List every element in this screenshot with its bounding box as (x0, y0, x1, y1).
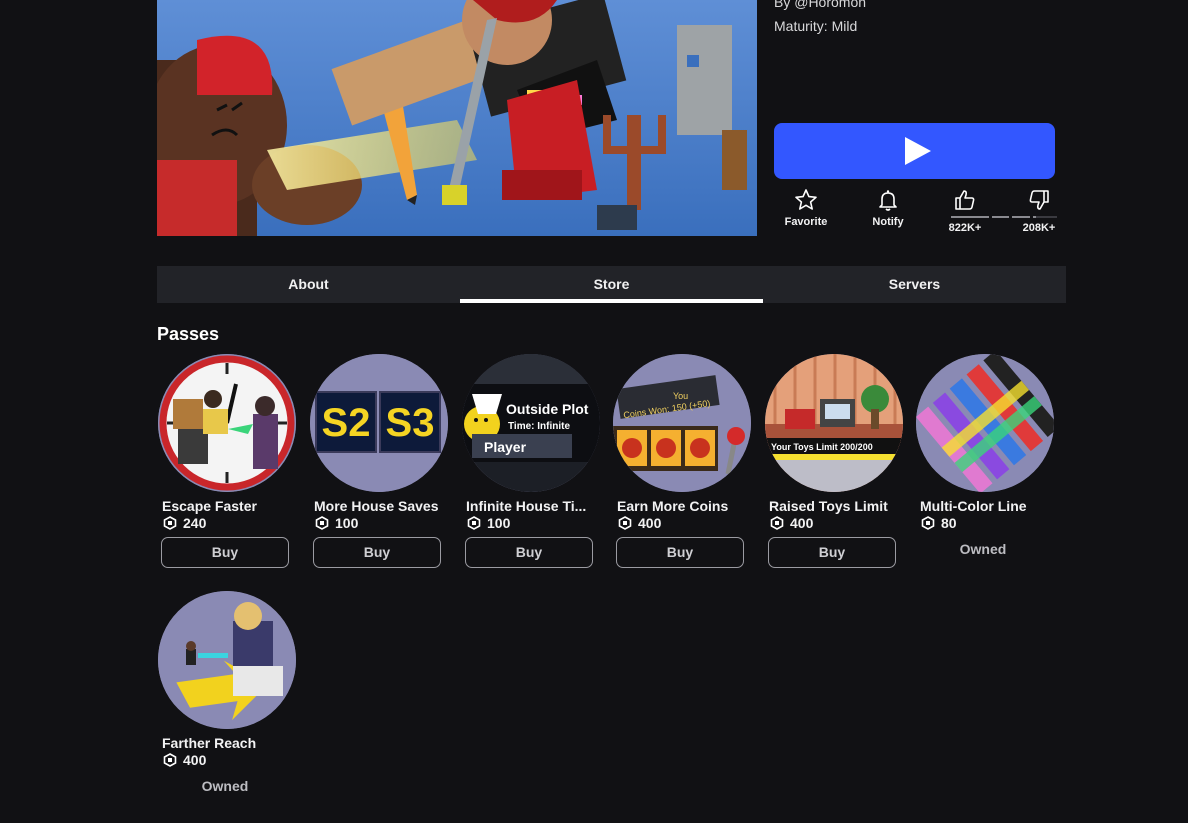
thumb-label-s3: S3 (386, 401, 435, 445)
section-title-passes: Passes (157, 324, 220, 344)
robux-icon (618, 516, 632, 530)
slot-machine-icon[interactable]: You Coins Won: 150 (+50) (613, 354, 751, 492)
play-icon (904, 137, 931, 165)
robux-icon (770, 516, 784, 530)
vote-bar-divider (989, 216, 992, 218)
pass-price-value: 80 (941, 515, 957, 531)
notify-button[interactable]: Notify (866, 188, 910, 228)
upvote-button[interactable]: 822K+ (944, 188, 986, 234)
pass-name: Earn More Coins (617, 498, 729, 514)
pass-card[interactable]: You Coins Won: 150 (+50) Earn More Coins… (612, 354, 752, 568)
notify-label: Notify (872, 216, 904, 228)
pass-price: 400 (163, 752, 297, 768)
favorite-button[interactable]: Favorite (783, 188, 829, 228)
tab-store[interactable]: Store (460, 266, 763, 303)
toy-room-icon[interactable]: Your Toys Limit 200/200 (765, 354, 903, 492)
downvote-count: 208K+ (1022, 222, 1056, 234)
pass-name: Multi-Color Line (920, 498, 1027, 514)
pass-price-value: 400 (790, 515, 814, 531)
thumb-label-outside-plot: Outside Plot (506, 401, 589, 417)
star-icon (795, 189, 817, 210)
pass-price-value: 400 (183, 752, 207, 768)
pass-name: Farther Reach (162, 735, 257, 751)
thumb-label-time: Time: Infinite (508, 421, 570, 432)
vote-ratio-fill (951, 216, 1036, 218)
pass-card[interactable]: Outside Plot Time: Infinite Player Infin… (461, 354, 601, 568)
upvote-count: 822K+ (948, 222, 982, 234)
buy-button[interactable]: Buy (616, 537, 744, 568)
buy-button[interactable]: Buy (161, 537, 289, 568)
vote-ratio-bar (951, 216, 1057, 218)
robux-icon (315, 516, 329, 530)
thumb-label-player: Player (484, 439, 527, 455)
game-thumbnail (157, 0, 757, 236)
pass-name: Infinite House Ti... (466, 498, 587, 514)
robux-icon (921, 516, 935, 530)
buy-button[interactable]: Buy (768, 537, 896, 568)
pass-name: Escape Faster (162, 498, 257, 514)
pass-name: More House Saves (314, 498, 439, 514)
pass-card[interactable]: Your Toys Limit 200/200 Raised Toys Limi… (764, 354, 904, 568)
pass-price-value: 100 (335, 515, 359, 531)
clock-icon[interactable] (158, 354, 296, 492)
tab-about[interactable]: About (157, 266, 460, 303)
pass-card[interactable]: Multi-Color Line 80 Owned (915, 354, 1055, 557)
play-button[interactable] (774, 123, 1055, 179)
owned-label: Owned (959, 541, 1007, 557)
tab-servers[interactable]: Servers (763, 266, 1066, 303)
pass-card[interactable]: Escape Faster 240 Buy (157, 354, 297, 568)
robux-icon (163, 516, 177, 530)
creator-label[interactable]: By @Horomon (774, 0, 866, 10)
thumb-label-toys-limit: Your Toys Limit 200/200 (771, 442, 873, 452)
pass-price-value: 100 (487, 515, 511, 531)
pass-price-value: 240 (183, 515, 207, 531)
bell-icon (879, 190, 897, 211)
pass-price: 100 (315, 515, 449, 531)
color-pens-icon[interactable] (916, 354, 1054, 492)
pass-price: 240 (163, 515, 297, 531)
outside-plot-icon[interactable]: Outside Plot Time: Infinite Player (462, 354, 600, 492)
buy-button[interactable]: Buy (313, 537, 441, 568)
robux-icon (467, 516, 481, 530)
buy-button[interactable]: Buy (465, 537, 593, 568)
vote-bar-divider (1009, 216, 1012, 218)
robux-icon (163, 753, 177, 767)
tab-bar: About Store Servers (157, 266, 1066, 303)
downvote-button[interactable]: 208K+ (1016, 188, 1062, 234)
pass-price: 400 (618, 515, 752, 531)
reach-arrow-icon[interactable] (158, 591, 296, 729)
favorite-label: Favorite (784, 216, 828, 228)
pass-card[interactable]: Farther Reach 400 Owned (157, 591, 297, 794)
pass-price: 400 (770, 515, 904, 531)
pass-price: 80 (921, 515, 1055, 531)
save-slots-icon[interactable]: S2 S3 (310, 354, 448, 492)
thumbs-up-icon (955, 190, 975, 210)
owned-label: Owned (201, 778, 249, 794)
pass-price: 100 (467, 515, 601, 531)
vote-bar-divider (1030, 216, 1033, 218)
pass-name: Raised Toys Limit (769, 498, 888, 514)
thumb-label-you: You (673, 391, 688, 401)
thumb-label-s2: S2 (322, 401, 371, 445)
pass-card[interactable]: S2 S3 More House Saves 100 Buy (309, 354, 449, 568)
thumbs-down-icon (1029, 190, 1049, 210)
maturity-label: Maturity: Mild (774, 18, 858, 34)
pass-price-value: 400 (638, 515, 662, 531)
